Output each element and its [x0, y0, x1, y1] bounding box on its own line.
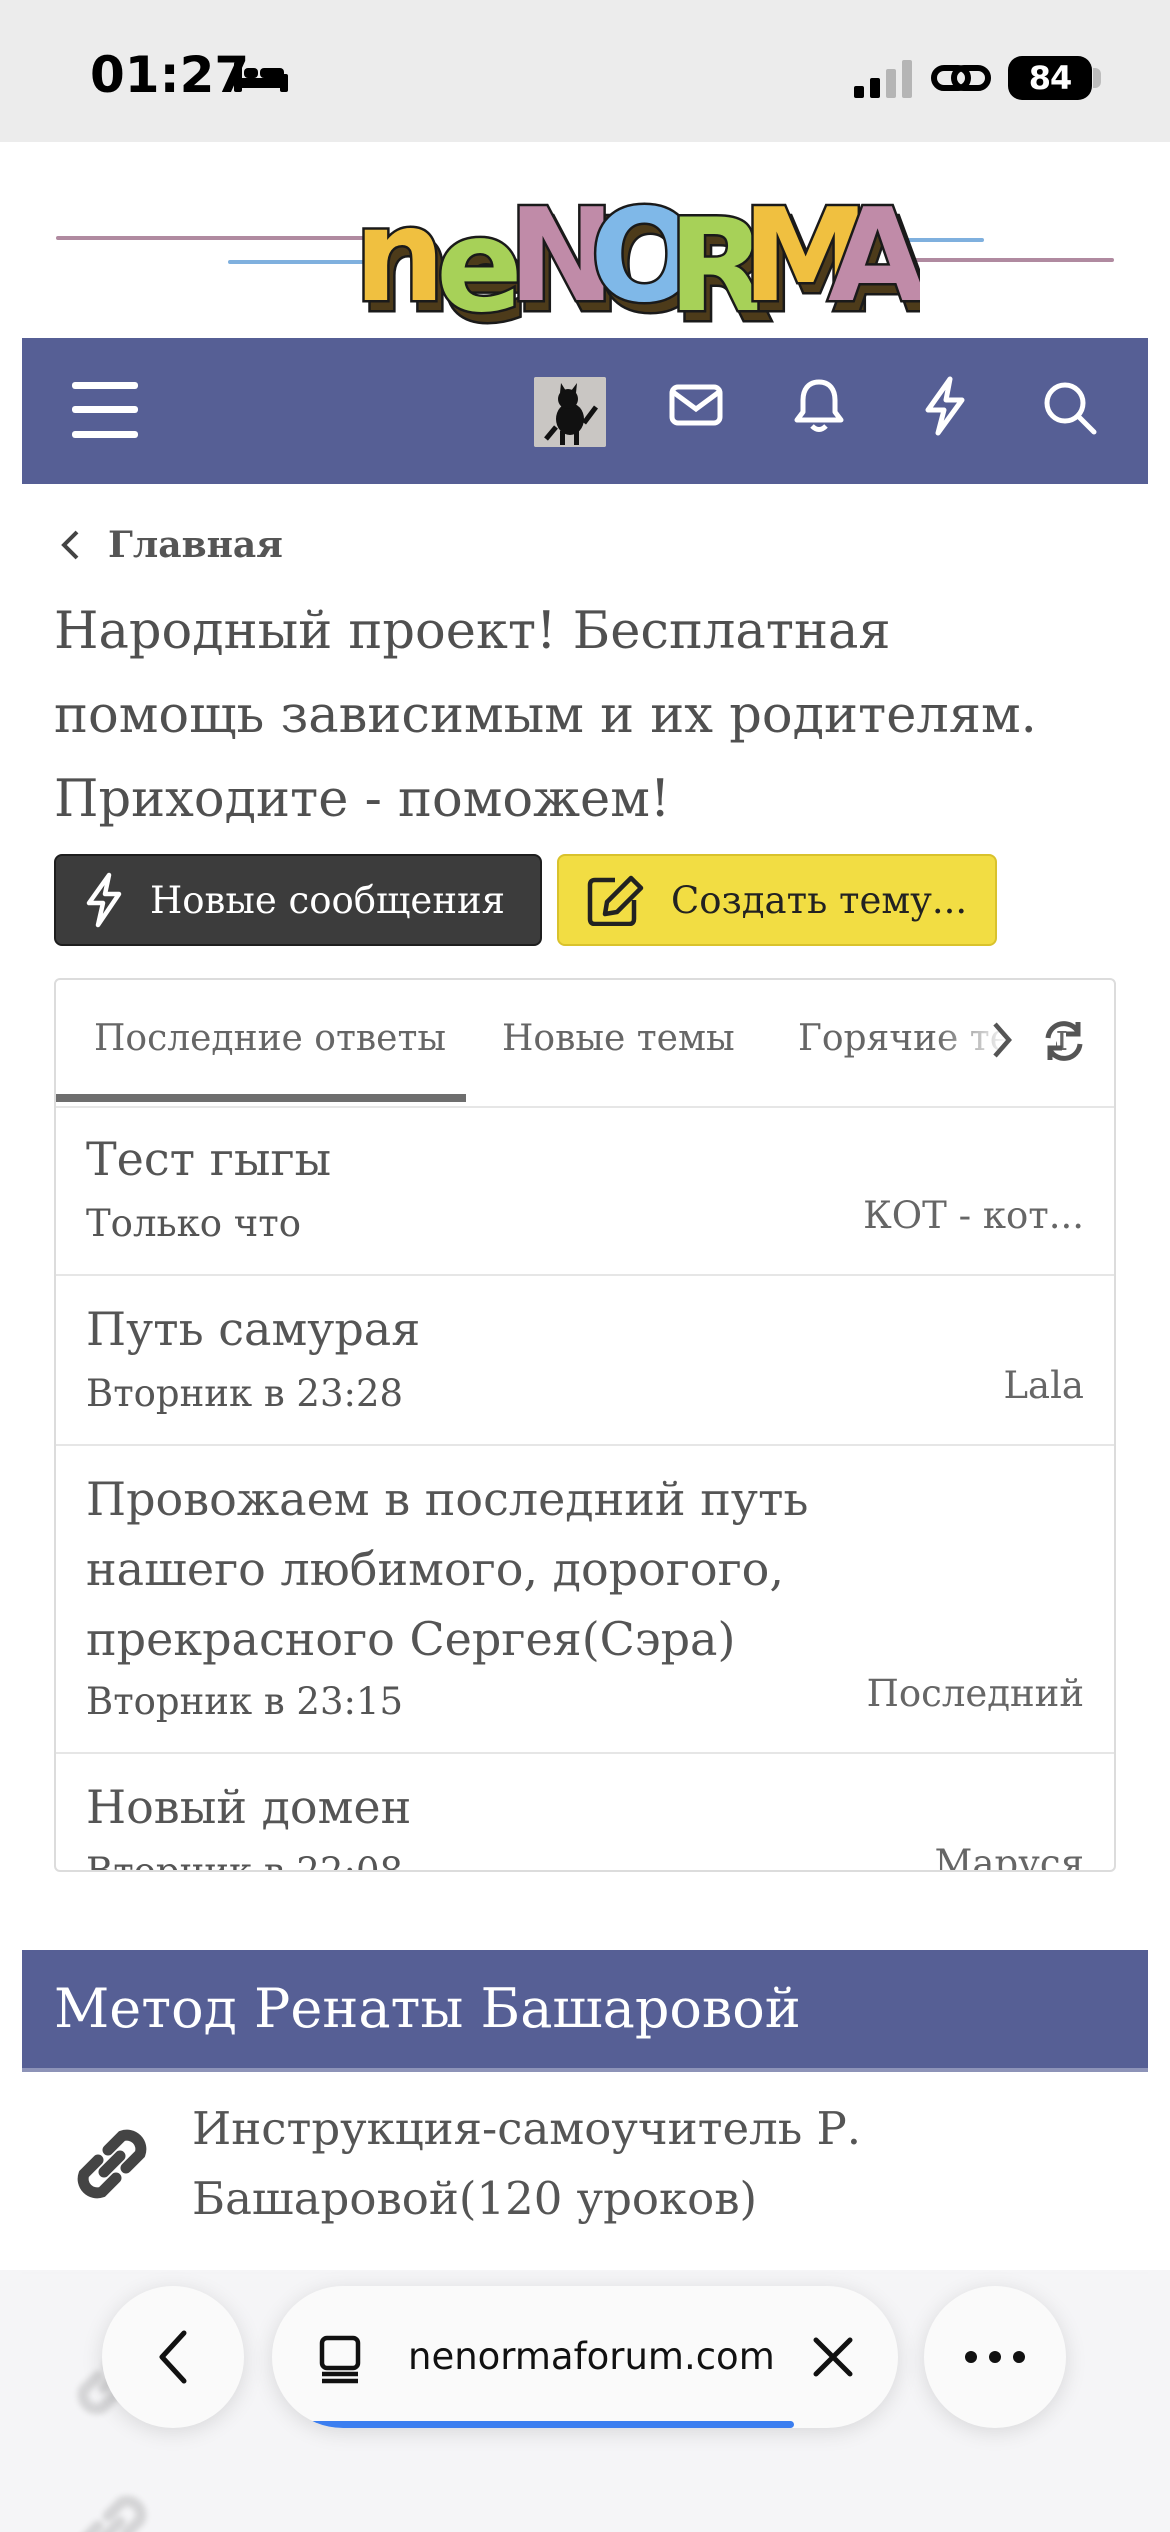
page-load-progress — [308, 2421, 794, 2428]
link-icon — [77, 2129, 147, 2199]
thread-title-line: прекрасного Сергея(Сэра) — [86, 1612, 736, 1666]
tab-latest-replies[interactable]: Последние ответы — [94, 980, 446, 1106]
hamburger-menu-icon[interactable] — [72, 382, 138, 438]
thread-title[interactable]: Тест гыгы — [86, 1124, 886, 1194]
logo-decoration-line — [56, 236, 376, 240]
thread-last-poster[interactable]: Маруся — [935, 1842, 1084, 1870]
thread-title-line: нашего любимого, дорогого, — [86, 1542, 784, 1596]
svg-text:A: A — [828, 182, 920, 331]
breadcrumb-home-label[interactable]: Главная — [108, 524, 283, 566]
thread-date: Только что — [86, 1202, 301, 1245]
thread-row[interactable]: Тест гыгы Только что КОТ - кот... — [56, 1106, 1114, 1276]
battery-cap — [1093, 68, 1101, 88]
cellular-signal-icon — [854, 60, 912, 98]
thread-title[interactable]: Провожаем в последний путь нашего любимо… — [86, 1464, 886, 1674]
thread-row[interactable]: Новый домен Вторник в 22:08 Маруся — [56, 1754, 1114, 1872]
svg-text:n: n — [354, 182, 445, 331]
inbox-envelope-icon[interactable] — [669, 384, 723, 426]
whats-new-bolt-icon[interactable] — [922, 376, 968, 436]
breadcrumb[interactable]: Главная — [60, 520, 283, 570]
page-title-line: Народный проект! Бесплатная — [54, 602, 891, 661]
thread-date: Вторник в 23:28 — [86, 1372, 404, 1415]
status-bar: 01:27 84 — [0, 0, 1170, 142]
blurred-link-icon — [84, 2495, 147, 2532]
thread-title-line: Провожаем в последний путь — [86, 1472, 809, 1526]
category-title[interactable]: Метод Ренаты Башаровой — [54, 1950, 801, 2068]
thread-title-line: Новый домен — [86, 1780, 412, 1834]
latest-activity-panel: Последние ответы Новые темы Горячие темы… — [54, 978, 1116, 1872]
logo-decoration-line — [900, 258, 1114, 262]
create-thread-label: Создать тему... — [671, 878, 968, 922]
bolt-icon — [86, 872, 122, 928]
active-tab-indicator — [56, 1094, 466, 1102]
cat-avatar-image — [534, 377, 606, 447]
thread-last-poster[interactable]: КОТ - кот... — [863, 1194, 1084, 1237]
thread-title-line: Путь самурая — [86, 1302, 421, 1356]
ellipsis-icon — [965, 2351, 1025, 2363]
chevron-right-icon[interactable] — [990, 1020, 1014, 1060]
thread-date: Вторник в 23:15 — [86, 1680, 404, 1723]
tab-bar: Последние ответы Новые темы Горячие темы — [56, 980, 1114, 1108]
address-bar[interactable]: nenormaforum.com — [272, 2286, 898, 2428]
create-thread-button[interactable]: Создать тему... — [557, 854, 997, 946]
new-posts-button[interactable]: Новые сообщения — [54, 854, 542, 946]
thread-title[interactable]: Путь самурая — [86, 1294, 886, 1364]
status-time: 01:27 — [90, 46, 250, 104]
page-title-line: Приходите - поможем! — [54, 770, 671, 829]
battery-icon: 84 — [1008, 56, 1092, 100]
category-header[interactable]: Метод Ренаты Башаровой — [22, 1950, 1148, 2072]
chevron-left-icon — [61, 530, 79, 560]
new-posts-label: Новые сообщения — [150, 878, 505, 922]
thread-title[interactable]: Новый домен — [86, 1772, 886, 1842]
page-title: Народный проект! Бесплатная помощь завис… — [54, 590, 1134, 842]
thread-row[interactable]: Провожаем в последний путь нашего любимо… — [56, 1446, 1114, 1754]
more-options-button[interactable] — [924, 2286, 1066, 2428]
url-text[interactable]: nenormaforum.com — [408, 2286, 775, 2428]
thread-row[interactable]: Путь самурая Вторник в 23:28 Lala — [56, 1276, 1114, 1446]
site-logo[interactable]: n n e e N N O O R R M M A A — [340, 150, 921, 337]
search-icon[interactable] — [1042, 380, 1098, 436]
thread-last-poster[interactable]: Последний — [867, 1672, 1084, 1715]
edit-pencil-icon — [587, 875, 644, 926]
browser-back-button[interactable] — [102, 2286, 244, 2428]
tab-new-threads[interactable]: Новые темы — [502, 980, 735, 1106]
reader-page-icon[interactable] — [318, 2334, 368, 2384]
notifications-bell-icon[interactable] — [794, 378, 844, 434]
close-icon[interactable] — [812, 2336, 854, 2378]
chevron-left-icon — [159, 2330, 187, 2384]
refresh-icon[interactable] — [1042, 1020, 1086, 1062]
thread-title-line: Тест гыгы — [86, 1132, 332, 1186]
forum-row[interactable]: Инструкция-самоучитель Р. Башаровой(120 … — [22, 2074, 1148, 2274]
forum-title[interactable]: Инструкция-самоучитель Р. Башаровой(120 … — [192, 2094, 1092, 2234]
thread-date: Вторник в 22:08 — [86, 1850, 404, 1872]
personal-hotspot-icon — [931, 65, 991, 91]
page-title-line: помощь зависимым и их родителям. — [54, 686, 1037, 745]
sleep-focus-icon — [234, 62, 288, 92]
thread-last-poster[interactable]: Lala — [1003, 1364, 1084, 1407]
user-avatar[interactable] — [534, 377, 606, 447]
forum-title-line: Башаровой(120 уроков) — [192, 2172, 758, 2225]
forum-title-line: Инструкция-самоучитель Р. — [192, 2102, 862, 2155]
